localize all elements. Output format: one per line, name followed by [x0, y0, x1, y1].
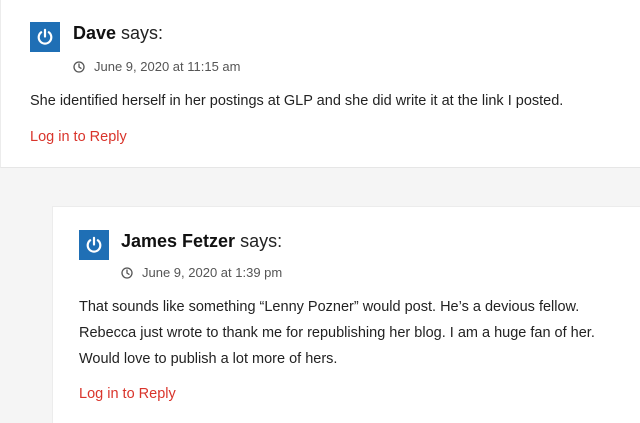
- power-icon: [86, 236, 102, 253]
- comment-date[interactable]: June 9, 2020 at 11:15 am: [94, 59, 240, 75]
- comment-author: Dave says:: [73, 22, 163, 44]
- comment-james-fetzer: James Fetzer says: June 9, 2020 at 1:39 …: [52, 206, 640, 423]
- power-icon: [37, 28, 53, 45]
- clock-icon: [73, 61, 85, 73]
- clock-icon: [121, 267, 133, 279]
- author-name[interactable]: Dave: [73, 23, 116, 43]
- avatar[interactable]: [30, 22, 60, 52]
- comment-text: That sounds like something “Lenny Pozner…: [79, 299, 595, 367]
- login-to-reply-link[interactable]: Log in to Reply: [79, 386, 176, 402]
- comment-meta: June 9, 2020 at 1:39 pm: [121, 265, 282, 281]
- avatar[interactable]: [79, 230, 109, 260]
- comment-author: James Fetzer says:: [121, 230, 282, 252]
- login-to-reply-link[interactable]: Log in to Reply: [30, 129, 127, 145]
- comment-date[interactable]: June 9, 2020 at 1:39 pm: [142, 265, 282, 281]
- author-name[interactable]: James Fetzer: [121, 231, 235, 251]
- says-label: says:: [121, 23, 164, 43]
- comment-text: She identified herself in her postings a…: [30, 93, 564, 109]
- comment-dave: Dave says: June 9, 2020 at 11:15 am She …: [0, 0, 640, 168]
- says-label: says:: [240, 231, 283, 251]
- comment-meta: June 9, 2020 at 11:15 am: [73, 59, 240, 75]
